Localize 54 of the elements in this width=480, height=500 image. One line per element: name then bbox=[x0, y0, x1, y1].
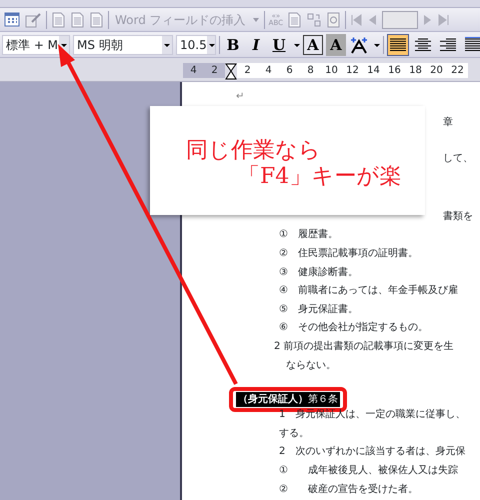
last-record-icon[interactable] bbox=[438, 12, 450, 26]
document-text: ならない。 bbox=[286, 358, 336, 373]
callout-text: 同じ作業なら bbox=[186, 138, 321, 164]
ruler-number: 16 bbox=[387, 64, 402, 78]
ruler-number: 2 bbox=[210, 64, 219, 78]
document-icon[interactable] bbox=[70, 12, 85, 28]
document-text: 章 bbox=[443, 116, 453, 130]
ruler-number: 20 bbox=[429, 64, 444, 78]
paragraph-mark: ↵ bbox=[236, 90, 244, 104]
ruler-number: 4 bbox=[264, 64, 273, 78]
ruler-number: 22 bbox=[450, 64, 465, 78]
document-text: ③ 健康診断書。 bbox=[279, 266, 358, 280]
character-border-button[interactable]: A bbox=[303, 34, 323, 54]
ruler-number: 4 bbox=[189, 64, 198, 78]
document-text: 2 前項の提出書類の記載事項に変更を生 bbox=[274, 340, 454, 354]
document-text: 書類を bbox=[443, 210, 473, 224]
record-number-field[interactable] bbox=[382, 10, 418, 28]
font-size-dropdown[interactable]: 10.5 bbox=[176, 34, 216, 54]
document-icon[interactable] bbox=[51, 12, 66, 28]
refresh-document-icon[interactable] bbox=[326, 12, 342, 28]
document-text: して、 bbox=[443, 152, 473, 166]
justify-button[interactable] bbox=[387, 34, 409, 56]
ruler-number: 6 bbox=[285, 64, 294, 78]
character-scaling-icon[interactable] bbox=[349, 36, 369, 54]
ruler-number: 14 bbox=[366, 64, 381, 78]
document-text: ① 成年被後見人、被保佐人又は失踪 bbox=[279, 464, 458, 478]
document-text: ② 破産の宣告を受けた者。 bbox=[279, 482, 418, 496]
grid-arrow-icon[interactable] bbox=[306, 12, 322, 28]
document-text: 2 次のいずれかに該当する者は、身元保 bbox=[279, 444, 466, 460]
document-icon[interactable] bbox=[287, 12, 302, 28]
document-text: ⑥ その他会社が指定するもの。 bbox=[279, 320, 428, 336]
first-record-icon[interactable] bbox=[350, 12, 362, 26]
ruler-number: 2 bbox=[243, 64, 252, 78]
character-shading-button[interactable]: A bbox=[326, 34, 346, 56]
document-text: 1 身元保証人は、一定の職業に従事し、 bbox=[279, 408, 466, 422]
ruler-number: 10 bbox=[324, 64, 339, 78]
calendar-icon[interactable] bbox=[4, 12, 20, 27]
article-heading: （身元保証人）第６条 bbox=[236, 392, 340, 408]
document-text: ① 履歴書。 bbox=[279, 228, 338, 242]
font-dropdown[interactable]: MS 明朝 bbox=[73, 34, 173, 54]
italic-button[interactable]: I bbox=[246, 34, 266, 56]
document-text: する。 bbox=[279, 426, 309, 441]
callout-text: 「F4」キーが楽 bbox=[238, 164, 402, 190]
style-dropdown[interactable]: 標準 + M bbox=[2, 34, 70, 54]
ruler-number: 8 bbox=[306, 64, 315, 78]
document-icon[interactable] bbox=[89, 12, 104, 28]
bold-button[interactable]: B bbox=[223, 34, 243, 56]
underline-button[interactable]: U bbox=[269, 34, 289, 56]
document-text: ④ 前職者にあっては、年金手帳及び雇 bbox=[279, 284, 458, 298]
ruler-number: 18 bbox=[408, 64, 423, 78]
document-text: ⑤ 身元保証書。 bbox=[279, 302, 358, 317]
document-text: ② 住民票記載事項の証明書。 bbox=[279, 246, 418, 261]
ruler-number: 12 bbox=[345, 64, 360, 78]
document-edit-icon[interactable] bbox=[24, 12, 42, 28]
